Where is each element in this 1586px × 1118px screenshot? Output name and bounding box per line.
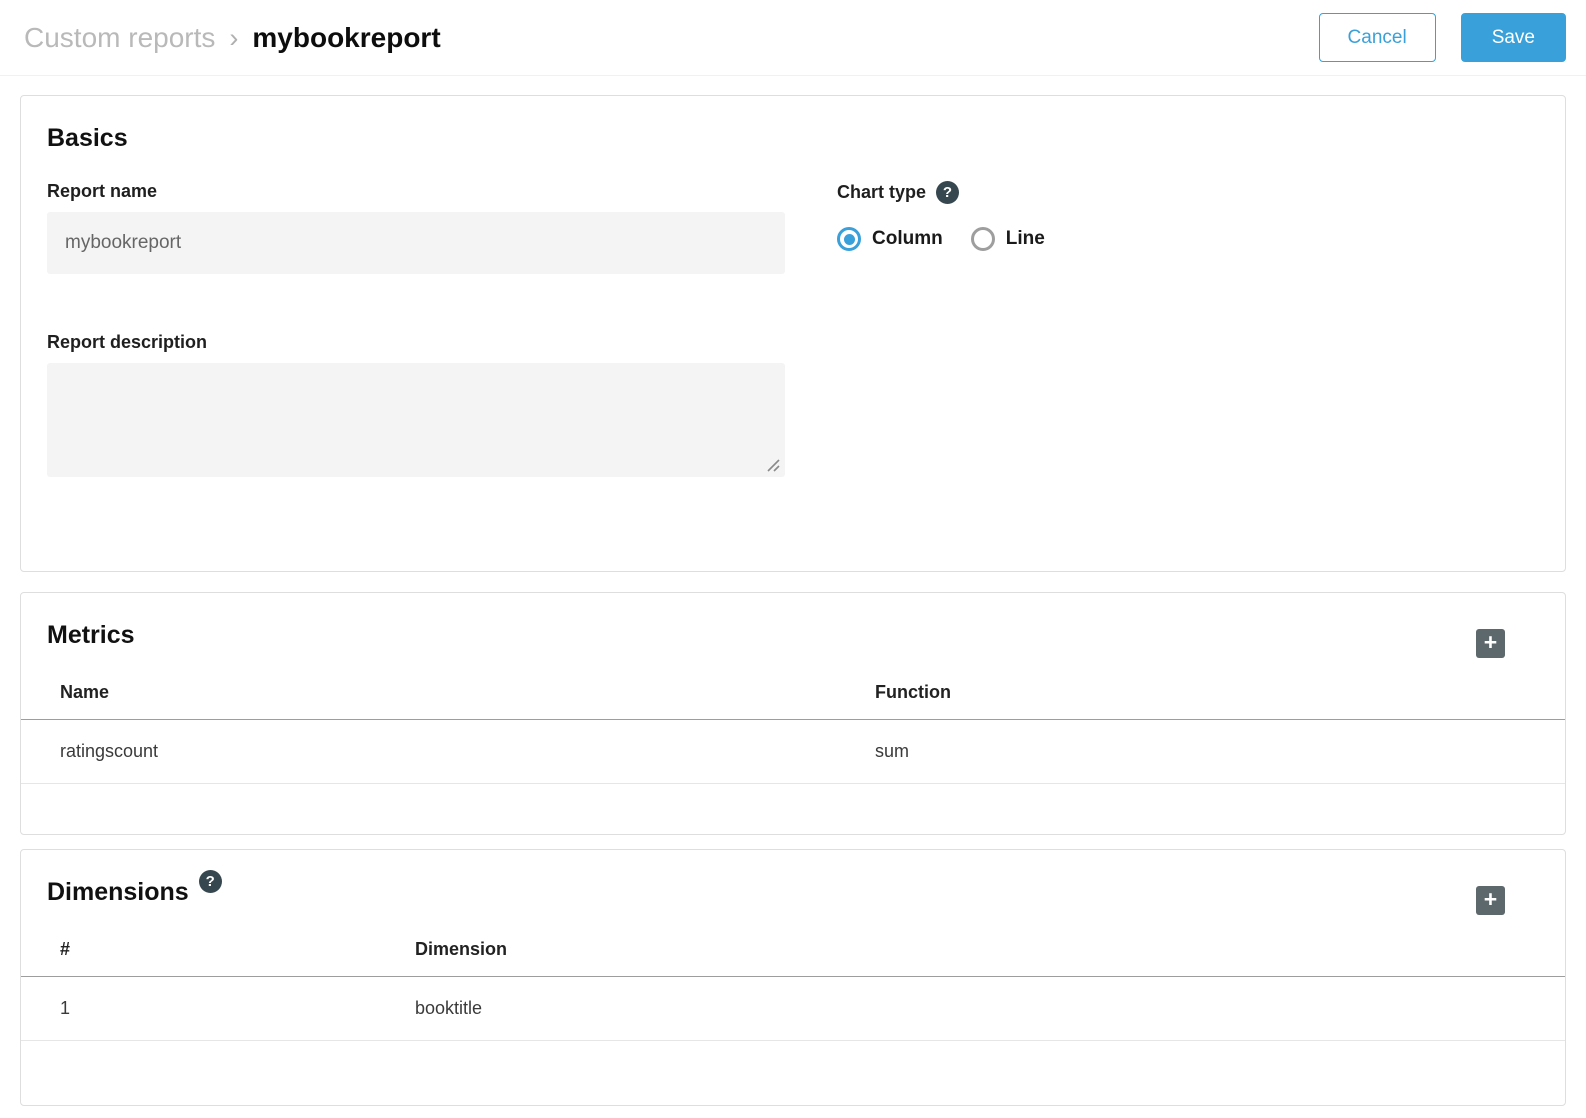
dimensions-card-head: Dimensions ? + <box>21 850 1565 929</box>
metrics-title: Metrics <box>47 621 135 650</box>
radio-unselected-icon <box>971 227 995 251</box>
basics-grid: Report name Report description Chart typ… <box>47 181 1539 477</box>
plus-icon: + <box>1484 888 1497 911</box>
metrics-column-function: Function <box>836 672 1565 720</box>
add-dimension-button[interactable]: + <box>1476 886 1505 915</box>
save-button[interactable]: Save <box>1461 13 1566 62</box>
report-name-input[interactable] <box>47 212 785 274</box>
dimensions-table: # Dimension 1 booktitle <box>21 929 1565 1041</box>
breadcrumb-parent-link[interactable]: Custom reports <box>24 22 215 54</box>
add-metric-button[interactable]: + <box>1476 629 1505 658</box>
dimensions-title-group: Dimensions ? <box>47 878 222 907</box>
metrics-title-group: Metrics <box>47 621 135 650</box>
report-description-wrap <box>47 363 785 477</box>
dimension-number-cell: 1 <box>21 977 376 1041</box>
chart-type-radio-group: Column Line <box>837 227 1539 251</box>
dimensions-header-row: # Dimension <box>21 929 1565 977</box>
dimension-row[interactable]: 1 booktitle <box>21 977 1565 1041</box>
help-icon[interactable]: ? <box>199 870 222 893</box>
radio-label-line: Line <box>1006 228 1045 250</box>
basics-right-column: Chart type ? Column Line <box>837 181 1539 477</box>
resize-handle-icon[interactable] <box>766 458 780 472</box>
chart-type-column-radio[interactable]: Column <box>837 227 943 251</box>
chevron-right-icon: › <box>229 23 238 54</box>
topbar-actions: Cancel Save <box>1319 13 1566 62</box>
metrics-column-name: Name <box>21 672 836 720</box>
cancel-button[interactable]: Cancel <box>1319 13 1436 62</box>
metrics-card: Metrics + Name Function ratingscount sum <box>20 592 1566 835</box>
dimensions-column-number: # <box>21 929 376 977</box>
dimension-name-cell: booktitle <box>376 977 1565 1041</box>
help-icon[interactable]: ? <box>936 181 959 204</box>
topbar: Custom reports › mybookreport Cancel Sav… <box>0 0 1586 76</box>
dimensions-column-dimension: Dimension <box>376 929 1565 977</box>
report-name-label: Report name <box>47 181 785 202</box>
metrics-header-row: Name Function <box>21 672 1565 720</box>
report-description-label: Report description <box>47 332 785 353</box>
chart-type-label-row: Chart type ? <box>837 181 1539 204</box>
breadcrumb-current: mybookreport <box>252 22 440 54</box>
metric-name-cell: ratingscount <box>21 720 836 784</box>
metrics-card-head: Metrics + <box>21 593 1565 672</box>
metric-row[interactable]: ratingscount sum <box>21 720 1565 784</box>
basics-left-column: Report name Report description <box>47 181 785 477</box>
metric-function-cell: sum <box>836 720 1565 784</box>
dimensions-card: Dimensions ? + # Dimension 1 booktitle <box>20 849 1566 1106</box>
plus-icon: + <box>1484 631 1497 654</box>
metrics-table: Name Function ratingscount sum <box>21 672 1565 784</box>
basics-title: Basics <box>47 124 1539 153</box>
chart-type-label: Chart type <box>837 182 926 203</box>
basics-card: Basics Report name Report description Ch… <box>20 95 1566 572</box>
radio-label-column: Column <box>872 228 943 250</box>
radio-selected-icon <box>837 227 861 251</box>
breadcrumb: Custom reports › mybookreport <box>24 22 441 54</box>
dimensions-title: Dimensions <box>47 878 189 907</box>
chart-type-line-radio[interactable]: Line <box>971 227 1045 251</box>
report-description-input[interactable] <box>47 363 785 477</box>
